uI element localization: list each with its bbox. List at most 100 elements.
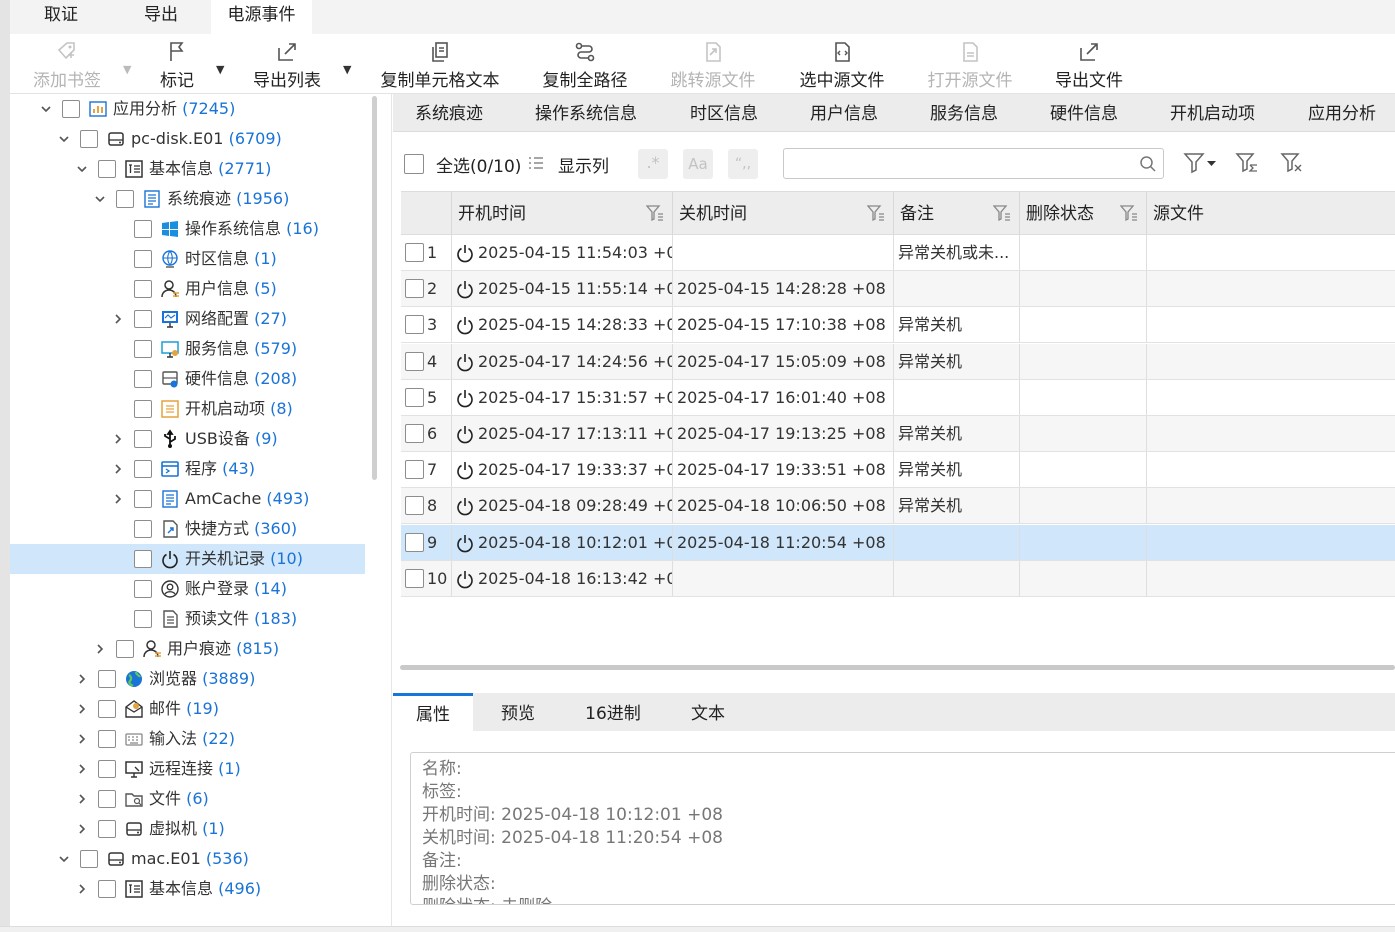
add-bookmark-button[interactable]: 添加书签 [30,40,104,92]
header-power-off-time[interactable]: 关机时间 [673,192,894,234]
power-on-cell[interactable]: 2025-04-18 10:12:01 +08 [452,524,673,560]
source-file-cell[interactable] [1147,416,1395,451]
filter-dropdown-icon[interactable] [1183,152,1221,174]
row-checkbox[interactable] [405,243,424,262]
filter-sum-icon[interactable] [1235,152,1259,174]
source-file-cell[interactable] [1147,380,1395,415]
power-on-cell[interactable]: 2025-04-15 11:54:03 +08 [452,235,673,270]
tree-item[interactable]: 预读文件 (183) [10,604,365,634]
expand-chevron-icon[interactable] [74,874,90,904]
power-off-cell[interactable]: 2025-04-17 16:01:40 +08 [673,379,894,415]
tree-item-checkbox[interactable] [134,430,152,448]
power-on-cell[interactable]: 2025-04-17 14:24:56 +08 [452,343,673,379]
grid-horizontal-scrollbar[interactable] [400,665,1395,670]
row-checkbox[interactable] [405,351,424,371]
note-cell[interactable]: 异常关机 [894,488,1020,524]
select-all-checkbox[interactable] [404,154,424,174]
tree-item[interactable]: 基本信息 (496) [10,874,365,904]
tab-startup-items[interactable]: 开机启动项 [1170,94,1255,132]
tree-item-checkbox[interactable] [98,790,116,808]
menu-tab-forensics[interactable]: 取证 [30,0,92,34]
column-filter-icon[interactable] [1120,204,1138,222]
delete-status-cell[interactable] [1020,452,1147,488]
tree-item[interactable]: 快捷方式 (360) [10,514,365,544]
power-off-cell[interactable]: 2025-04-17 19:13:25 +08 [673,416,894,451]
power-on-cell[interactable]: 2025-04-17 15:31:57 +08 [452,379,673,415]
table-row[interactable]: 8 2025-04-18 09:28:49 +08 2025-04-18 10:06… [401,488,1395,525]
table-row[interactable]: 1 2025-04-15 11:54:03 +08 异常关机或未... [401,235,1395,271]
table-row[interactable]: 3 2025-04-15 14:28:33 +08 2025-04-15 17:10… [401,307,1395,344]
source-file-cell[interactable] [1147,488,1395,523]
expand-chevron-icon[interactable] [74,694,90,724]
tree-item-checkbox[interactable] [134,250,152,268]
select-source-file-button[interactable]: 选中源文件 [796,40,888,92]
collapse-chevron-icon[interactable] [56,124,72,154]
tree-item-checkbox[interactable] [134,580,152,598]
table-row[interactable]: 2 2025-04-15 11:55:14 +08 2025-04-15 14:28… [401,271,1395,308]
header-delete-status[interactable]: 删除状态 [1020,192,1147,234]
tree-item-checkbox[interactable] [98,700,116,718]
tree-item-checkbox[interactable] [98,760,116,778]
tree-item[interactable]: 程序 (43) [10,454,365,484]
delete-status-cell[interactable] [1020,560,1147,596]
menu-tab-power-events[interactable]: 电源事件 [211,0,312,34]
power-off-cell[interactable]: 2025-04-18 10:06:50 +08 [673,488,894,524]
tab-hardware-info[interactable]: 硬件信息 [1050,94,1118,132]
tree-item[interactable]: 文件 (6) [10,784,365,814]
note-cell[interactable] [894,379,1020,415]
properties-textbox[interactable]: 名称: 标签: 开机时间: 2025-04-18 10:12:01 +08 关机… [410,752,1395,905]
source-file-cell[interactable] [1147,271,1395,306]
expand-chevron-icon[interactable] [110,454,126,484]
tree-item-checkbox[interactable] [134,370,152,388]
table-row[interactable]: 5 2025-04-17 15:31:57 +08 2025-04-17 16:01… [401,379,1395,416]
note-cell[interactable]: 异常关机 [894,416,1020,451]
power-off-cell[interactable] [673,560,894,596]
show-columns-button[interactable]: 显示列 [558,152,609,177]
column-filter-icon[interactable] [867,204,885,222]
regex-toggle-button[interactable]: .* [638,149,668,179]
tree-item[interactable]: 网络配置 (27) [10,304,365,334]
mark-dropdown-icon[interactable]: ▼ [216,63,224,76]
tree-item[interactable]: 远程连接 (1) [10,754,365,784]
power-on-cell[interactable]: 2025-04-15 14:28:33 +08 [452,307,673,343]
tree-item-checkbox[interactable] [62,100,80,118]
tree-item[interactable]: 操作系统信息 (16) [10,214,365,244]
tree-item-checkbox[interactable] [98,820,116,838]
note-cell[interactable] [894,524,1020,560]
note-cell[interactable] [894,271,1020,307]
delete-status-cell[interactable] [1020,488,1147,524]
tree-item[interactable]: 开机启动项 (8) [10,394,365,424]
tab-service-info[interactable]: 服务信息 [930,94,998,132]
open-source-file-button[interactable]: 打开源文件 [924,40,1016,92]
tree-item[interactable]: 服务信息 (579) [10,334,365,364]
power-on-cell[interactable]: 2025-04-17 17:13:11 +08 [452,416,673,451]
whole-word-button[interactable]: “,, [728,149,758,179]
tree-item-checkbox[interactable] [134,400,152,418]
tree-item[interactable]: mac.E01 (536) [10,844,365,874]
collapse-chevron-icon[interactable] [92,184,108,214]
power-on-cell[interactable]: 2025-04-15 11:55:14 +08 [452,271,673,307]
row-checkbox[interactable] [405,279,424,299]
expand-chevron-icon[interactable] [74,784,90,814]
power-on-cell[interactable]: 2025-04-18 09:28:49 +08 [452,488,673,524]
row-checkbox[interactable] [405,387,424,407]
expand-chevron-icon[interactable] [74,754,90,784]
tree-item[interactable]: 虚拟机 (1) [10,814,365,844]
tree-item-checkbox[interactable] [134,550,152,568]
tree-item-checkbox[interactable] [98,880,116,898]
tree-item[interactable]: 用户信息 (5) [10,274,365,304]
expand-chevron-icon[interactable] [74,664,90,694]
clear-filter-icon[interactable] [1280,152,1304,174]
collapse-chevron-icon[interactable] [56,844,72,874]
power-on-cell[interactable]: 2025-04-18 16:13:42 +08 [452,560,673,596]
tree-item[interactable]: 基本信息 (2771) [10,154,365,184]
tree-item[interactable]: 账户登录 (14) [10,574,365,604]
tree-item-checkbox[interactable] [98,730,116,748]
delete-status-cell[interactable] [1020,343,1147,379]
row-checkbox[interactable] [405,496,424,516]
delete-status-cell[interactable] [1020,271,1147,307]
tab-system-trace[interactable]: 系统痕迹 [415,94,483,132]
tree-item-checkbox[interactable] [134,340,152,358]
expand-chevron-icon[interactable] [74,724,90,754]
table-row[interactable]: 10 2025-04-18 16:13:42 +08 [401,560,1395,597]
